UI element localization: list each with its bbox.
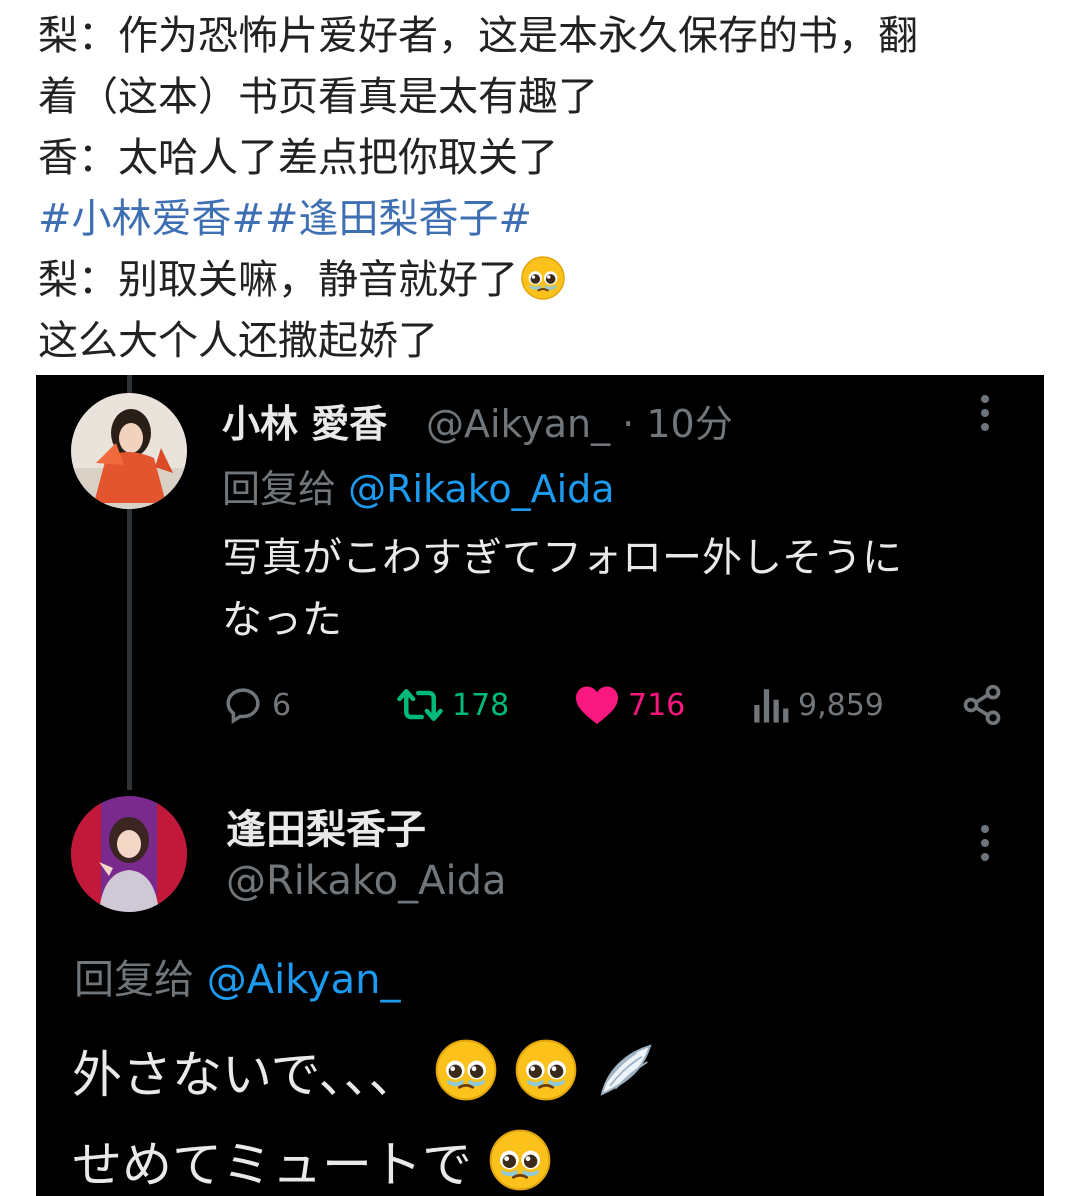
views-count: 9,859 <box>798 687 884 723</box>
tweet2-handle[interactable]: @Rikako_Aida <box>226 858 506 904</box>
post-line-2: 着（这本）书页看真是太有趣了 <box>38 74 598 120</box>
tweet2-reply-prefix: 回复给 <box>74 957 194 1003</box>
pleading-face-emoji <box>436 1039 497 1101</box>
retweet-count: 178 <box>452 687 510 723</box>
pleading-face-emoji <box>521 256 565 300</box>
pleading-face-emoji <box>515 1039 577 1101</box>
share-icon <box>963 684 1001 726</box>
tweet1-reply-mention[interactable]: @Rikako_Aida <box>348 467 614 511</box>
tweet1-body-line-2: なった <box>222 597 342 643</box>
tweet1-reply-prefix: 回复给 <box>222 467 337 511</box>
tweet1-handle[interactable]: @Aikyan_ <box>426 402 610 446</box>
tweet-screenshot: 小林 愛香 @Aikyan_ · 10分 回复给 @Rikako_Aida 写真… <box>36 375 1044 1196</box>
tweet2-body-line-2-text: せめてミュートで <box>72 1136 472 1194</box>
reply-button[interactable]: 6 <box>222 675 291 735</box>
tweet1-body-line-1: 写真がこわすぎてフォロー外しそうに <box>222 535 902 581</box>
tweet1-display-name[interactable]: 小林 愛香 <box>222 393 387 448</box>
like-icon <box>576 686 618 725</box>
post-line-1: 梨：作为恐怖片爱好者，这是本永久保存的书，翻 <box>38 13 918 59</box>
tweet2-body-line-1-text: 外さないで、、、 <box>72 1046 419 1104</box>
like-count: 716 <box>628 687 686 723</box>
views-icon <box>754 689 789 723</box>
views-button[interactable]: 9,859 <box>750 675 884 735</box>
tweet2-more-icon[interactable] <box>975 825 995 869</box>
tweet1-reply-context: 回复给 @Rikako_Aida <box>222 458 615 513</box>
retweet-button[interactable]: 178 <box>396 675 509 735</box>
reply-count: 6 <box>272 687 292 723</box>
tweet1-more-icon[interactable] <box>975 395 995 439</box>
thread-line-top <box>127 375 132 395</box>
tweet2-body-line-1: 外さないで、、、 <box>72 1035 658 1107</box>
wing-emoji <box>600 1044 652 1096</box>
tweet1-meta: @Aikyan_ · 10分 <box>426 393 733 448</box>
like-button[interactable]: 716 <box>574 675 685 735</box>
retweet-icon <box>397 689 443 721</box>
hashtag-link[interactable]: #小林爱香##逢田梨香子# <box>38 189 1048 250</box>
avatar-aikyan[interactable] <box>71 393 187 509</box>
reply-icon <box>226 688 260 724</box>
post-line-3: 香：太哈人了差点把你取关了 <box>38 135 558 181</box>
post-line-6: 这么大个人还撒起娇了 <box>38 318 438 364</box>
tweet1-time[interactable]: 10分 <box>646 402 732 446</box>
tweet1-dot: · <box>622 402 635 446</box>
tweet2-display-name[interactable]: 逢田梨香子 <box>226 797 426 855</box>
share-button[interactable] <box>960 675 1004 735</box>
thread-line <box>127 500 132 790</box>
avatar-rikako[interactable] <box>71 796 187 912</box>
post-line-5-text: 梨：别取关嘛，静音就好了 <box>38 257 518 303</box>
pleading-face-emoji <box>489 1129 551 1191</box>
tweet2-body-line-2: せめてミュートで <box>72 1125 552 1196</box>
tweet2-reply-context: 回复给 @Aikyan_ <box>74 947 400 1005</box>
tweet1-action-bar: 6 178 716 9,859 <box>222 675 1001 735</box>
tweet2-reply-mention[interactable]: @Aikyan_ <box>207 957 401 1003</box>
post-text: 梨：作为恐怖片爱好者，这是本永久保存的书，翻 着（这本）书页看真是太有趣了 香：… <box>38 6 1048 372</box>
post-line-5: 梨：别取关嘛，静音就好了 <box>38 250 1048 311</box>
